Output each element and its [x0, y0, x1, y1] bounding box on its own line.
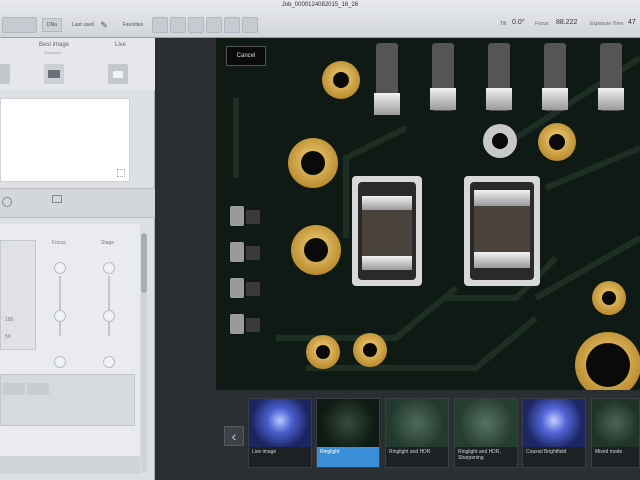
- zoom-value-b: 50: [5, 334, 11, 340]
- stage-handle[interactable]: [103, 310, 115, 322]
- thumb-ringlight-hdr[interactable]: Ringlight and HDR: [385, 398, 449, 468]
- stage-slider-label: Stage: [101, 240, 115, 246]
- tilt-label: Tilt: [500, 21, 507, 27]
- tilt-value: 0.0°: [512, 19, 525, 26]
- stage-track[interactable]: [108, 276, 110, 336]
- thumb-caption: Mixed mode: [592, 447, 639, 467]
- cancel-button[interactable]: Cancel: [226, 46, 266, 66]
- motor-panel: 100 50 Focus Stage: [0, 224, 140, 474]
- thumb-live-image[interactable]: Live image: [248, 398, 312, 468]
- camera-icon: [48, 70, 60, 78]
- stage-slider[interactable]: [99, 248, 119, 368]
- favorite-slot-5[interactable]: [224, 17, 240, 33]
- panel-scroll-thumb[interactable]: [141, 233, 147, 293]
- thumb-image: [455, 399, 517, 447]
- thumb-image: [386, 399, 448, 447]
- thumb-ringlight[interactable]: Ringlight: [316, 398, 380, 468]
- focus-handle[interactable]: [54, 310, 66, 322]
- pen-icon[interactable]: ✎: [97, 18, 111, 32]
- focus-slider-label: Focus: [52, 240, 66, 246]
- action-button-1[interactable]: [3, 383, 25, 395]
- thumb-coaxial-brightfield[interactable]: Coaxial Brightfield: [522, 398, 586, 468]
- thumb-ringlight-hdr-sharpening[interactable]: Ringlight and HDR, Sharpening: [454, 398, 518, 468]
- focus-down-button[interactable]: [54, 356, 66, 368]
- thumb-caption: Coaxial Brightfield: [523, 447, 585, 467]
- tool-strip: [0, 188, 155, 218]
- camera-settings-icon[interactable]: [52, 195, 62, 203]
- thumb-image: [249, 399, 311, 447]
- exposure-value: 47: [628, 19, 636, 26]
- best-image-button[interactable]: [44, 64, 64, 84]
- focus-slider[interactable]: [50, 248, 70, 368]
- bottom-bar: [0, 456, 140, 474]
- favorite-slot-6[interactable]: [242, 17, 258, 33]
- stage-up-button[interactable]: [103, 262, 115, 274]
- live-label: Live: [115, 42, 127, 48]
- last-used-button[interactable]: Last used: [70, 18, 96, 32]
- left-panel: Best image Exposure Live 100 50 Focus St…: [0, 38, 155, 480]
- toolbar-field[interactable]: [2, 17, 37, 33]
- settings-area: [0, 98, 130, 182]
- best-image-sub: Exposure: [44, 50, 61, 55]
- capture-button[interactable]: [0, 64, 10, 84]
- live-button[interactable]: [108, 64, 128, 84]
- title-bar: Job_0000124082015_16_26 DNa Last used ✎ …: [0, 0, 640, 38]
- stage-down-button[interactable]: [103, 356, 115, 368]
- capture-options: Best image Exposure Live: [0, 38, 155, 90]
- thumb-caption: Ringlight and HDR, Sharpening: [455, 447, 517, 467]
- thumb-image: [317, 399, 379, 447]
- chevron-left-icon[interactable]: ‹: [224, 426, 244, 446]
- favorite-slot-1[interactable]: [152, 17, 168, 33]
- live-image[interactable]: [216, 38, 640, 390]
- window-title: Job_0000124082015_16_26: [281, 2, 359, 8]
- favorite-slot-4[interactable]: [206, 17, 222, 33]
- thumb-mixed-mode[interactable]: Mixed mode: [591, 398, 640, 468]
- contrast-icon[interactable]: [2, 197, 12, 207]
- focus-up-button[interactable]: [54, 262, 66, 274]
- dna-button[interactable]: DNa: [42, 18, 62, 32]
- zoom-scale: 100 50: [0, 240, 36, 350]
- favorite-slot-3[interactable]: [188, 17, 204, 33]
- favorite-slot-2[interactable]: [170, 17, 186, 33]
- focus-track[interactable]: [59, 276, 61, 336]
- action-button-2[interactable]: [27, 383, 49, 395]
- video-icon: [113, 70, 123, 78]
- focus-value: 88.222: [556, 19, 578, 26]
- thumb-caption: Ringlight and HDR: [386, 447, 448, 467]
- grid-icon[interactable]: [117, 169, 125, 177]
- zoom-value-a: 100: [5, 317, 14, 323]
- best-image-label: Best image: [39, 42, 70, 48]
- action-area: [0, 374, 135, 426]
- thumb-image: [592, 399, 639, 447]
- thumb-image: [523, 399, 585, 447]
- thumb-caption: Ringlight: [317, 447, 379, 467]
- favorites-button[interactable]: Favorites: [118, 18, 148, 32]
- pcb-image: [216, 38, 640, 390]
- exposure-label: Exposure Time: [590, 21, 624, 27]
- focus-label: Focus: [535, 21, 549, 27]
- thumb-caption: Live image: [249, 447, 311, 467]
